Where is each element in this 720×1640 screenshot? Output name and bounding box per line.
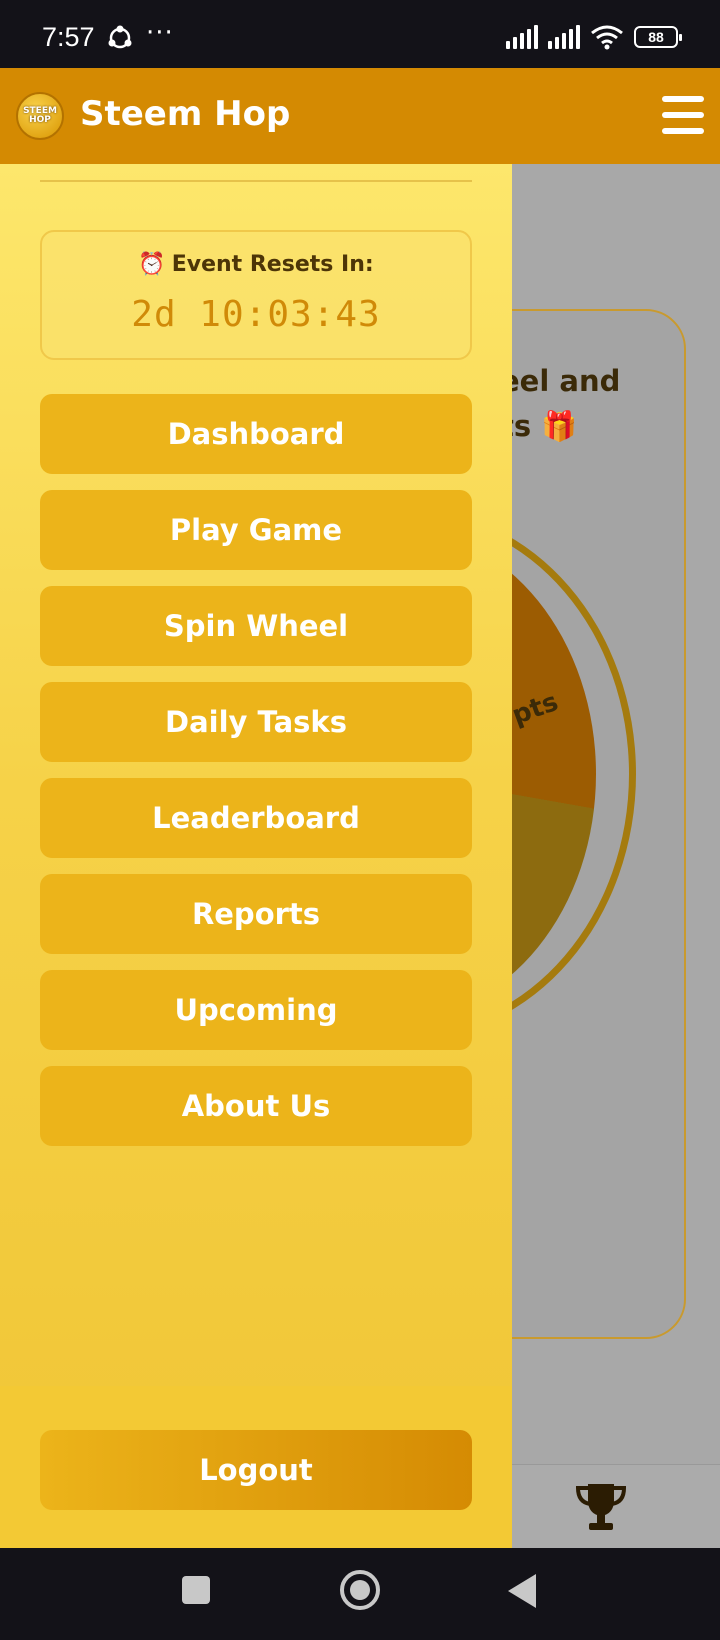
drawer-footer: Logout bbox=[0, 1386, 512, 1548]
timer-label: ⏰ Event Resets In: bbox=[42, 252, 470, 277]
nav-spin-wheel-button[interactable]: Spin Wheel bbox=[40, 586, 472, 666]
app-header: STEEM HOP Steem Hop bbox=[0, 68, 720, 164]
wifi-icon bbox=[591, 25, 623, 50]
signal-icon bbox=[548, 25, 580, 49]
sync-icon bbox=[108, 25, 132, 49]
app-logo[interactable]: STEEM HOP bbox=[16, 92, 64, 140]
hamburger-icon[interactable] bbox=[662, 96, 704, 134]
nav-daily-tasks-button[interactable]: Daily Tasks bbox=[40, 682, 472, 762]
app-title: Steem Hop bbox=[80, 94, 291, 134]
timer-label-text: Event Resets In: bbox=[171, 252, 374, 277]
card-text-line1: eel and bbox=[500, 364, 621, 398]
nav-about-us-button[interactable]: About Us bbox=[40, 1066, 472, 1146]
event-timer: ⏰ Event Resets In: 2d 10:03:43 bbox=[40, 230, 472, 360]
system-nav-bar bbox=[0, 1548, 720, 1640]
status-bar: 7:57 ··· 88 bbox=[0, 0, 720, 68]
home-icon[interactable] bbox=[340, 1570, 380, 1610]
nav-upcoming-button[interactable]: Upcoming bbox=[40, 970, 472, 1050]
divider bbox=[40, 180, 472, 182]
nav-leaderboard-button[interactable]: Leaderboard bbox=[40, 778, 472, 858]
nav-play-game-button[interactable]: Play Game bbox=[40, 490, 472, 570]
timer-value: 2d 10:03:43 bbox=[131, 294, 381, 335]
alarm-clock-icon: ⏰ bbox=[138, 252, 166, 277]
more-notifications-icon: ··· bbox=[146, 18, 174, 48]
logo-text: STEEM HOP bbox=[23, 106, 57, 125]
trophy-icon[interactable] bbox=[574, 1480, 628, 1534]
battery-icon: 88 bbox=[634, 26, 682, 48]
nav-reports-button[interactable]: Reports bbox=[40, 874, 472, 954]
nav-dashboard-button[interactable]: Dashboard bbox=[40, 394, 472, 474]
signal-icon bbox=[506, 25, 538, 49]
recent-apps-icon[interactable] bbox=[182, 1576, 210, 1604]
logout-button[interactable]: Logout bbox=[40, 1430, 472, 1510]
status-time: 7:57 bbox=[42, 22, 95, 52]
back-icon[interactable] bbox=[508, 1574, 536, 1608]
nav-drawer: ⏰ Event Resets In: 2d 10:03:43 Dashboard … bbox=[0, 164, 512, 1548]
